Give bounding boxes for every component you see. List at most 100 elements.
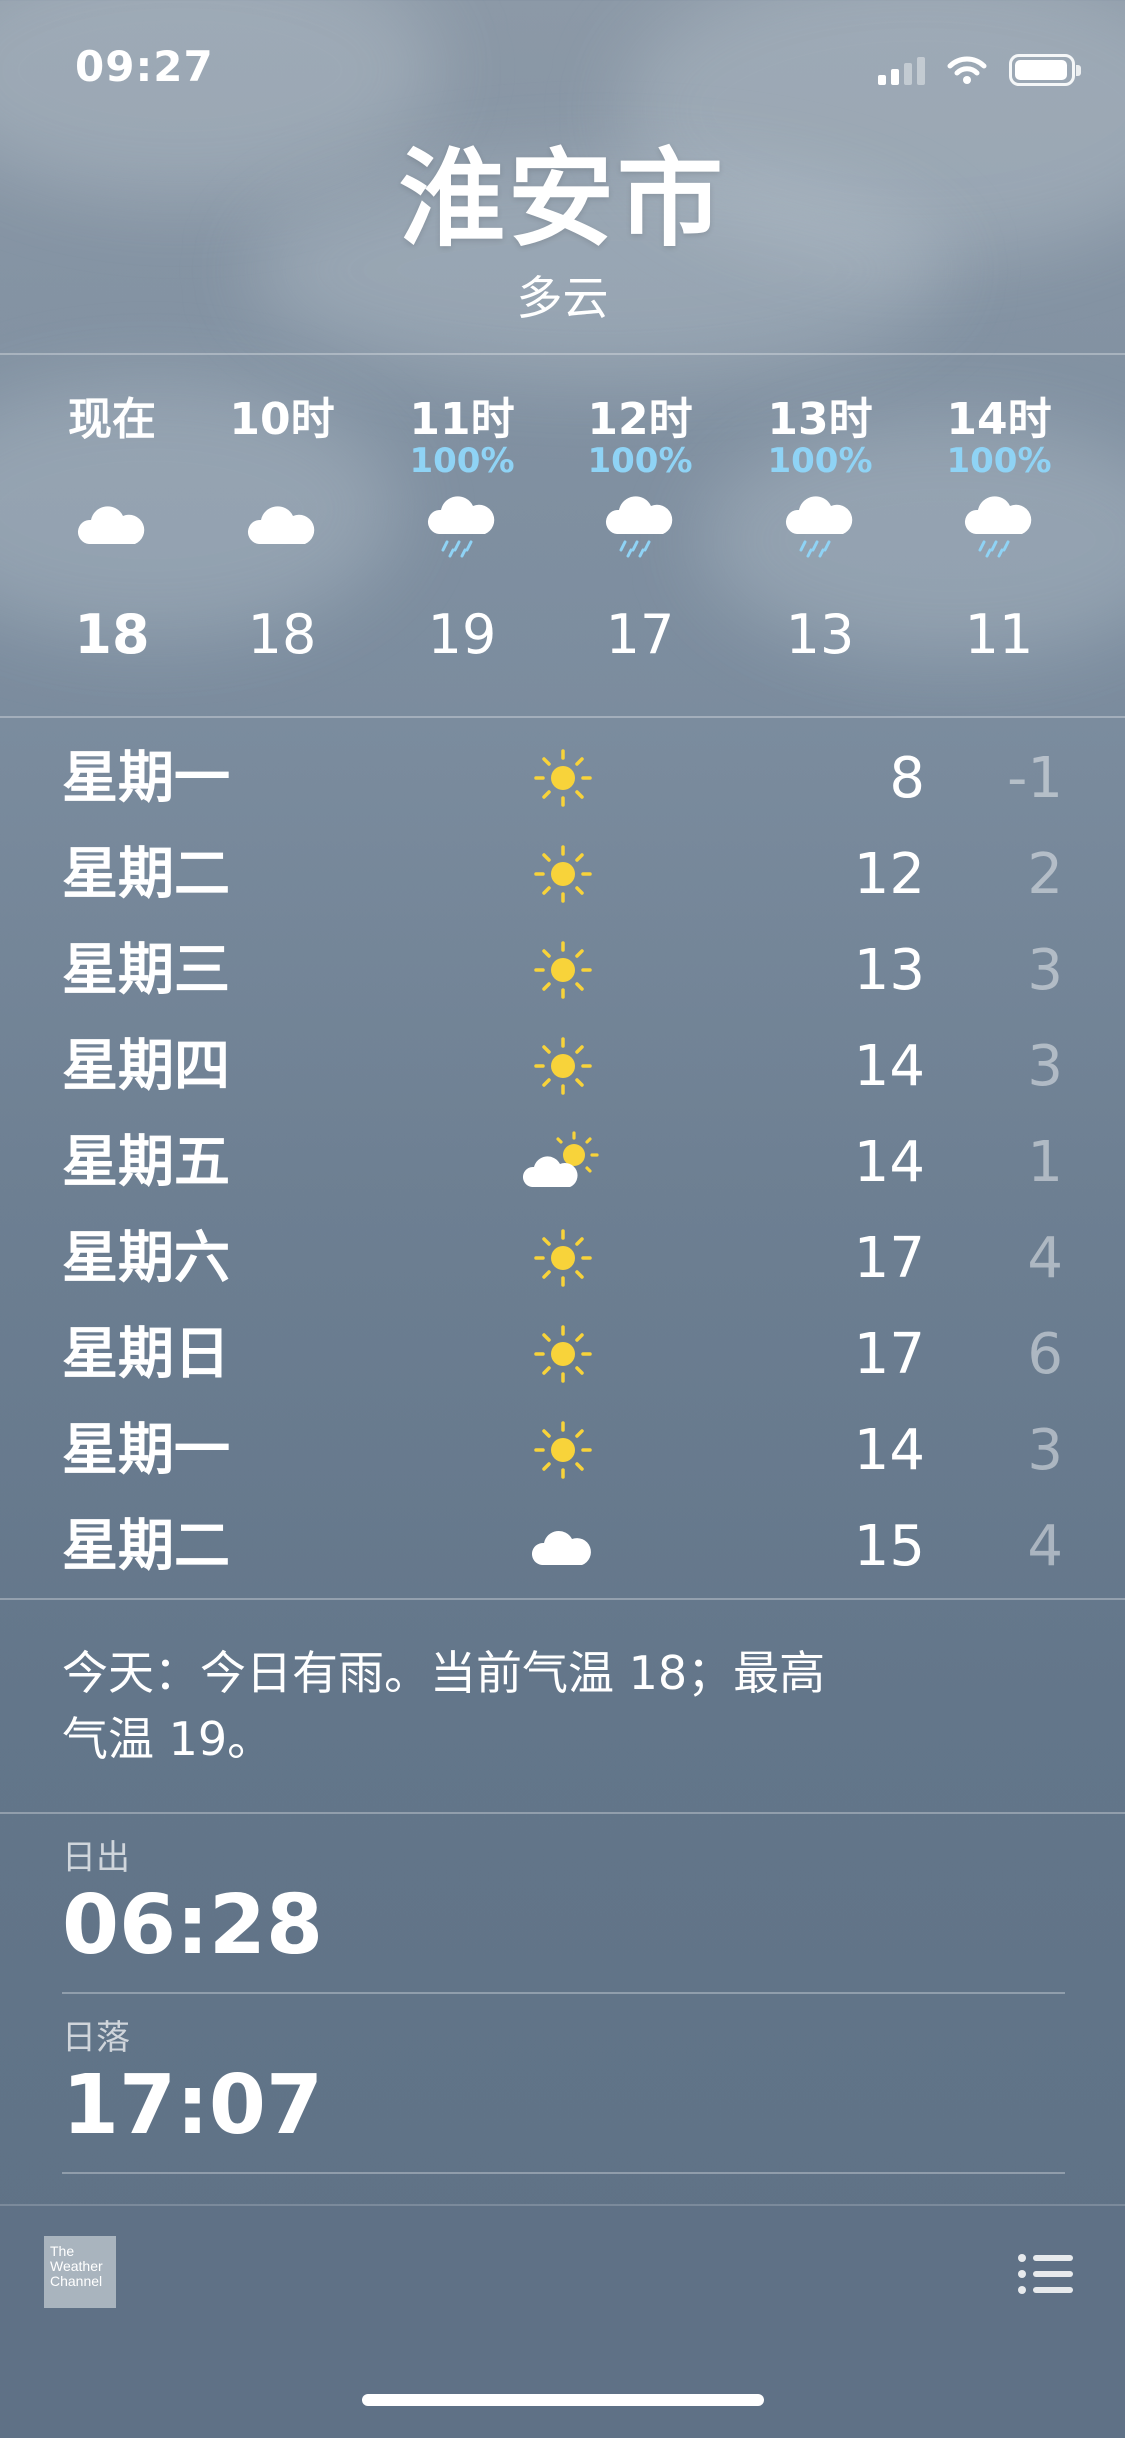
day-low: 3 — [1027, 938, 1063, 1003]
hour-temp: 19 — [427, 603, 497, 666]
day-name: 星期二 — [62, 1514, 230, 1579]
hour-temp: 13 — [785, 603, 855, 666]
sunset-label: 日落 — [62, 2018, 130, 2058]
precip-chance: 100% — [767, 441, 873, 481]
daily-row: 星期四 14 3 — [0, 1018, 1125, 1114]
day-high: 17 — [853, 1226, 925, 1291]
hour-item: 13时 100% 13 — [735, 355, 905, 715]
daily-row: 星期六 17 4 — [0, 1210, 1125, 1306]
location-header: 淮安市 多云 — [0, 130, 1125, 328]
daily-row: 星期二 15 4 — [0, 1498, 1125, 1594]
day-high: 14 — [853, 1418, 925, 1483]
day-low: -1 — [1007, 746, 1063, 811]
rain-icon — [964, 496, 1032, 558]
day-name: 星期六 — [62, 1226, 230, 1291]
summary-line: 今天：今日有雨。当前气温 18；最高 — [62, 1646, 826, 1700]
rain-icon — [427, 496, 495, 558]
rain-icon — [605, 496, 673, 558]
day-low: 4 — [1027, 1514, 1063, 1579]
city-list-icon[interactable] — [1017, 2252, 1073, 2296]
sunrise-label: 日出 — [62, 1838, 130, 1878]
daily-row: 星期一 14 3 — [0, 1402, 1125, 1498]
divider — [0, 1598, 1125, 1600]
home-indicator[interactable] — [362, 2394, 764, 2406]
sun-icon — [534, 941, 592, 999]
logo-text: The Weather Channel — [50, 2243, 103, 2289]
status-time: 09:27 — [75, 42, 214, 91]
day-high: 13 — [853, 938, 925, 1003]
sunrise-time: 06:28 — [62, 1878, 324, 1973]
hourly-forecast[interactable]: 现在 18 10时 18 11时 100% 19 12时 100% 17 13时 — [0, 355, 1125, 715]
status-bar: 09:27 — [0, 0, 1125, 130]
day-high: 14 — [853, 1034, 925, 1099]
precip-chance: 100% — [587, 441, 693, 481]
hour-label: 现在 — [68, 394, 156, 445]
daily-row: 星期日 17 6 — [0, 1306, 1125, 1402]
sun-icon — [534, 1229, 592, 1287]
cellular-signal-icon — [878, 55, 925, 85]
precip-chance: 100% — [946, 441, 1052, 481]
hour-item: 14时 100% 11 — [914, 355, 1084, 715]
day-name: 星期五 — [62, 1130, 230, 1195]
divider — [62, 2172, 1065, 2174]
hour-item: 10时 18 — [197, 355, 367, 715]
day-high: 14 — [853, 1130, 925, 1195]
daily-row: 星期五 14 1 — [0, 1114, 1125, 1210]
today-summary: 今天：今日有雨。当前气温 18；最高 气温 19。 — [62, 1640, 962, 1772]
hour-temp: 18 — [247, 603, 317, 666]
sunrise-detail: 日出 06:28 — [62, 1836, 1062, 1974]
sunset-detail: 日落 17:07 — [62, 2016, 1062, 2154]
day-high: 15 — [853, 1514, 925, 1579]
hour-label: 11时 — [409, 394, 515, 445]
sun-icon — [534, 1325, 592, 1383]
day-name: 星期二 — [62, 842, 230, 907]
cloud-icon — [531, 1530, 591, 1565]
hour-label: 10时 — [229, 394, 335, 445]
day-low: 1 — [1027, 1130, 1063, 1195]
hour-item: 11时 100% 19 — [377, 355, 547, 715]
sun-icon — [534, 749, 592, 807]
wifi-icon — [947, 56, 987, 84]
day-low: 3 — [1027, 1034, 1063, 1099]
sun-icon — [534, 1037, 592, 1095]
city-name: 淮安市 — [399, 138, 726, 261]
hour-temp: 11 — [964, 603, 1034, 666]
day-name: 星期四 — [62, 1034, 230, 1099]
hour-item: 12时 100% 17 — [555, 355, 725, 715]
day-low: 4 — [1027, 1226, 1063, 1291]
summary-line: 气温 19。 — [62, 1712, 274, 1766]
rain-icon — [785, 496, 853, 558]
divider — [0, 716, 1125, 718]
daily-row: 星期一 8 -1 — [0, 730, 1125, 826]
divider — [0, 1812, 1125, 1814]
sunset-time: 17:07 — [62, 2058, 324, 2153]
partly-cloudy-icon — [522, 1131, 599, 1187]
battery-icon — [1009, 54, 1081, 86]
weather-channel-logo[interactable]: The Weather Channel — [44, 2236, 116, 2308]
cloud-icon — [247, 506, 315, 544]
sun-icon — [534, 1421, 592, 1479]
daily-row: 星期三 13 3 — [0, 922, 1125, 1018]
hour-label: 14时 — [946, 394, 1052, 445]
divider — [62, 1992, 1065, 1994]
hour-label: 12时 — [587, 394, 693, 445]
hour-label: 13时 — [767, 394, 873, 445]
day-low: 3 — [1027, 1418, 1063, 1483]
day-low: 6 — [1027, 1322, 1063, 1387]
status-icons — [878, 48, 1081, 92]
day-name: 星期日 — [62, 1322, 230, 1387]
day-high: 12 — [853, 842, 925, 907]
day-name: 星期一 — [62, 1418, 230, 1483]
day-name: 星期一 — [62, 746, 230, 811]
hour-temp: 18 — [74, 603, 150, 666]
day-high: 8 — [889, 746, 925, 811]
hour-temp: 17 — [605, 603, 675, 666]
day-high: 17 — [853, 1322, 925, 1387]
day-name: 星期三 — [62, 938, 230, 1003]
current-condition: 多云 — [516, 271, 609, 325]
cloud-icon — [77, 506, 145, 544]
sun-icon — [534, 845, 592, 903]
precip-chance: 100% — [409, 441, 515, 481]
hour-item: 现在 18 — [27, 355, 197, 715]
daily-row: 星期二 12 2 — [0, 826, 1125, 922]
